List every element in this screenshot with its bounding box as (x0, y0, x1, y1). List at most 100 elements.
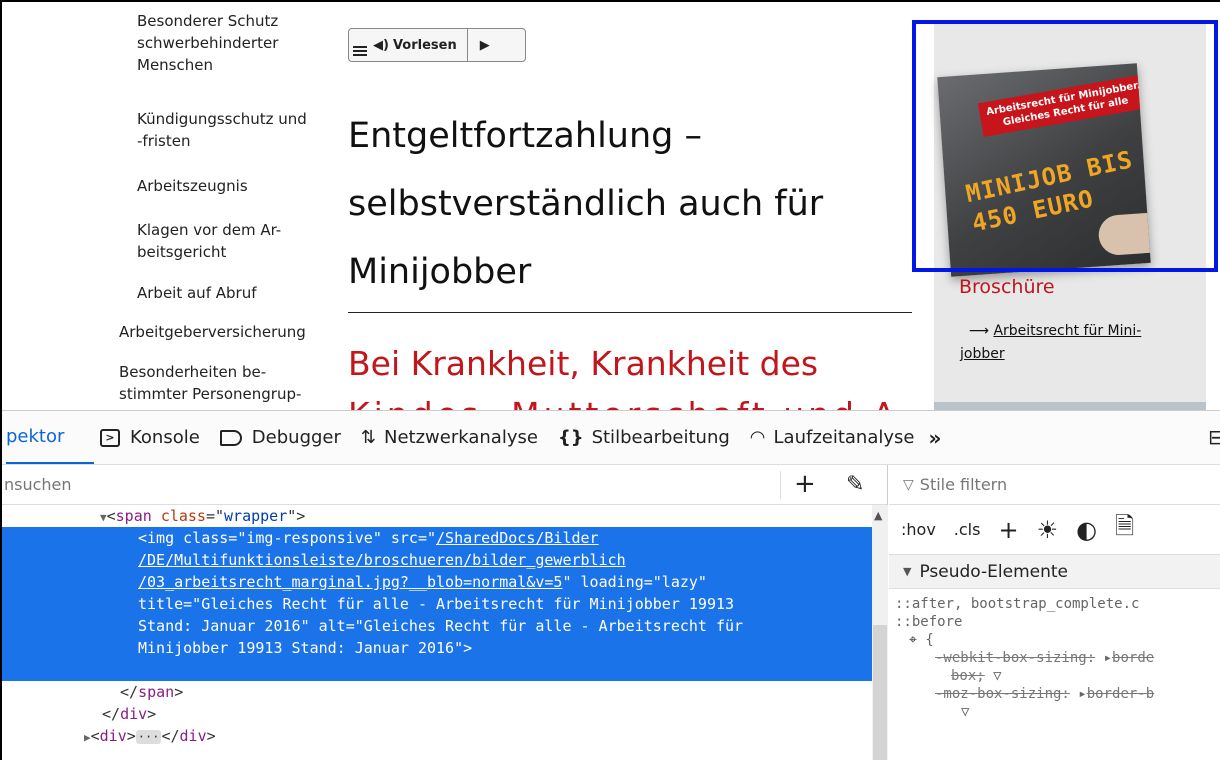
tree-node-span-close[interactable]: </span> (120, 681, 183, 703)
brochure-link-block: ⟶ Arbeitsrecht für Mini- jobber (960, 320, 1190, 366)
cls-toggle[interactable]: .cls (954, 520, 981, 539)
play-icon[interactable]: ▶ (480, 38, 490, 53)
declaration[interactable]: -moz-box-sizing: ▸border-b (935, 685, 1220, 703)
nav-line: Besonderer Schutz (137, 12, 279, 30)
nav-line: Arbeitszeugnis (137, 177, 248, 195)
dark-scheme-icon[interactable]: ◐ (1076, 516, 1097, 544)
nav-item-arbeit-auf-abruf[interactable]: Arbeit auf Abruf (137, 282, 337, 304)
rule-open: ⌖ { (909, 632, 934, 648)
prop-value: border-b (1086, 686, 1155, 702)
html-tree: ▼<span class="wrapper"> <img class="img-… (0, 505, 872, 760)
attr-value: img-responsive (246, 529, 373, 547)
section-heading-overflow: Kindes, Mutterschaft und A (348, 400, 928, 410)
tab-label: pektor (6, 426, 65, 447)
declaration[interactable]: -webkit-box-sizing: ▸borde (935, 649, 1220, 667)
declaration-cont: box; ▽ (951, 667, 1220, 685)
html-search-input[interactable] (0, 475, 760, 494)
brochure-link[interactable]: Arbeitsrecht für Mini- (993, 323, 1141, 339)
tab-network[interactable]: ⇅ Netzwerkanalyse (361, 411, 550, 464)
element-highlight-box (912, 20, 1218, 272)
tree-node-span-wrapper[interactable]: ▼<span class="wrapper"> (100, 505, 305, 529)
styles-toolbar: :hov .cls + ☀ ◐ 🗎 (889, 505, 1220, 555)
hov-toggle[interactable]: :hov (901, 520, 936, 539)
nav-item-besonderheiten[interactable]: Besonderheiten be- stimmter Personengrup… (119, 361, 339, 405)
print-media-icon[interactable]: 🗎 (1115, 509, 1134, 550)
debugger-icon (219, 429, 242, 446)
pseudo-rule: ::after, bootstrap_complete.c ::before ⌖… (889, 589, 1220, 721)
tab-label: Laufzeitanalyse (773, 427, 915, 448)
frame-left-border (0, 0, 2, 760)
light-scheme-icon[interactable]: ☀ (1037, 516, 1059, 544)
prop-name: -moz-box-sizing: (935, 686, 1070, 702)
tree-line: Stand: Januar 2016" alt="Gleiches Recht … (138, 617, 744, 635)
rule-selector: ::after, bootstrap_complete.c (895, 596, 1140, 612)
styles-filter-placeholder: Stile filtern (919, 475, 1008, 494)
more-tools-icon[interactable]: ⊟ (1208, 425, 1220, 449)
prop-value: borde (1112, 650, 1155, 666)
tab-label: Konsole (130, 427, 200, 448)
nav-line: Klagen vor dem Ar- (137, 221, 282, 239)
src-link[interactable]: /SharedDocs/Bilder (436, 529, 599, 547)
rules-view: ▽ Stile filtern :hov .cls + ☀ ◐ 🗎 ▼ Pseu… (889, 465, 1220, 760)
menu-icon[interactable] (353, 46, 367, 56)
nav-item-besonderer-schutz[interactable]: Besonderer Schutz schwerbehinderter Mens… (137, 10, 337, 76)
divider (780, 471, 781, 499)
tag-name: span (138, 683, 175, 701)
web-page: Besonderer Schutz schwerbehinderter Mens… (0, 0, 1220, 410)
tab-debugger[interactable]: Debugger (219, 411, 353, 464)
tree-node-div-close[interactable]: </div> (102, 703, 156, 725)
tree-node-img-selected[interactable]: <img class="img-responsive" src="/Shared… (0, 527, 872, 681)
attr-name: class (160, 507, 206, 525)
nav-item-arbeitszeugnis[interactable]: Arbeitszeugnis (137, 175, 337, 197)
filter-icon: ▽ (903, 476, 914, 493)
tree-line: /03_arbeitsrecht_marginal.jpg?__blob=nor… (138, 573, 707, 591)
src-link[interactable]: /03_arbeitsrecht_marginal.jpg?__blob=nor… (138, 573, 562, 591)
markup-view: + ✎ ▼<span class="wrapper"> <img class="… (0, 465, 888, 760)
nav-line: Arbeit auf Abruf (137, 284, 257, 302)
divider (466, 29, 468, 61)
brochure-title: Broschüre (959, 276, 1055, 298)
expand-arrow-icon[interactable]: ▼ (100, 511, 107, 524)
tab-label: Netzwerkanalyse (384, 427, 538, 448)
tab-performance[interactable]: ◠ Laufzeitanalyse (750, 411, 927, 464)
markup-scrollbar-thumb[interactable] (873, 625, 887, 760)
brochure-link-cont[interactable]: jobber (960, 346, 1005, 362)
tab-inspector[interactable]: pektor (6, 411, 94, 464)
styles-filter[interactable]: ▽ Stile filtern (889, 465, 1220, 505)
add-rule-icon[interactable]: + (998, 516, 1018, 544)
attr-value: Minijobber 19913 Stand: Januar 2016 (138, 639, 455, 657)
nav-line: schwerbehinderter (137, 34, 279, 52)
scroll-up-icon[interactable]: ▲ (874, 509, 882, 522)
console-icon: > (100, 428, 120, 447)
nav-item-klagen[interactable]: Klagen vor dem Ar- beitsgericht (137, 219, 337, 263)
sidebar-image-strip (934, 402, 1206, 410)
tab-console[interactable]: > Konsole (100, 411, 212, 464)
src-link[interactable]: /DE/Multifunktionsleiste/broschueren/bil… (138, 551, 626, 569)
add-node-icon[interactable]: + (794, 469, 816, 499)
ellipsis-badge[interactable]: ··· (135, 730, 162, 744)
eyedropper-icon[interactable]: ✎ (846, 472, 864, 497)
attr-value: Gleiches Recht für alle - Arbeitsrecht f… (201, 595, 735, 613)
braces-icon: {} (557, 427, 584, 448)
nav-line: Kündigungsschutz und (137, 110, 307, 128)
read-aloud-button[interactable]: ◀) Vorlesen ▶ (348, 28, 526, 62)
nav-item-kuendigungsschutz[interactable]: Kündigungsschutz und -fristen (137, 108, 337, 152)
section-label: Pseudo-Elemente (919, 561, 1068, 582)
node-icon: ⌖ (909, 632, 917, 648)
title-line: selbstverständlich auch für (348, 184, 824, 224)
tree-line: /DE/Multifunktionsleiste/broschueren/bil… (138, 549, 626, 571)
filter-icon[interactable]: ▽ (961, 704, 969, 720)
rule-selector: ::before (895, 614, 963, 630)
devtools-toolbar: pektor > Konsole Debugger ⇅ Netzwerkanal… (0, 410, 1220, 465)
nav-item-arbeitgeberversicherung[interactable]: Arbeitgeberversicherung (119, 321, 339, 343)
pseudo-elements-header[interactable]: ▼ Pseudo-Elemente (889, 555, 1220, 589)
title-divider (348, 312, 912, 313)
frame-top-border (0, 0, 1220, 2)
collapse-arrow-icon[interactable]: ▶ (84, 731, 91, 744)
title-line: Minijobber (348, 252, 532, 292)
declaration-cont: ▽ (961, 703, 1220, 721)
filter-icon[interactable]: ▽ (993, 668, 1001, 684)
tab-style-editor[interactable]: {} Stilbearbeitung (558, 411, 742, 464)
tree-node-div-collapsed[interactable]: ▶<div> ··· </div> (84, 725, 216, 749)
tabs-overflow-button[interactable]: » (928, 411, 953, 464)
